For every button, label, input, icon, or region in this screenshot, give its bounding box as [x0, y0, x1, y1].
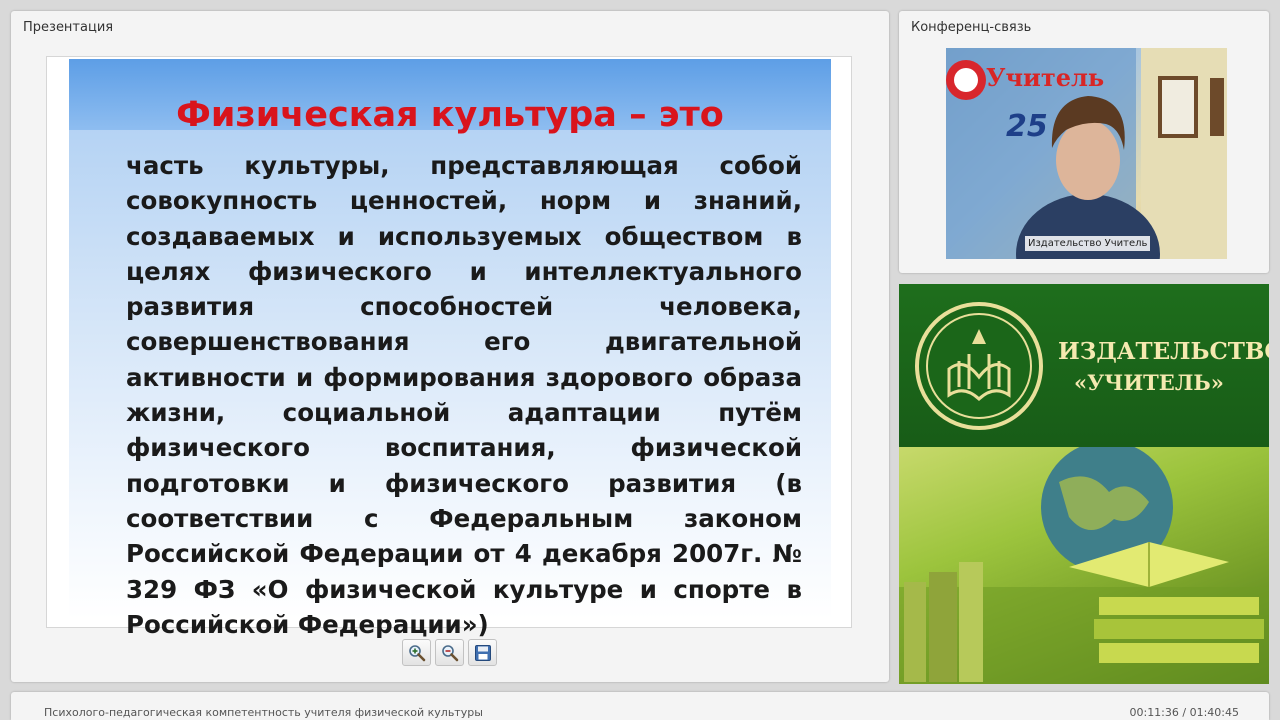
presentation-panel: Презентация Физическая культура – это ча…	[11, 11, 889, 682]
floppy-disk-icon	[474, 644, 491, 661]
slide-content: Физическая культура – это часть культуры…	[69, 59, 831, 639]
slide-title: Физическая культура – это	[176, 95, 724, 135]
books-and-globe-image	[899, 447, 1269, 684]
publisher-banner: ИЗДАТЕЛЬСТВО «УЧИТЕЛЬ»	[899, 284, 1269, 684]
presentation-panel-title: Презентация	[23, 20, 114, 35]
zoom-out-icon	[441, 644, 458, 661]
zoom-in-button[interactable]	[402, 639, 431, 666]
publisher-logo-icon	[915, 302, 1043, 430]
video-feed[interactable]: Учитель 25 Издательство Учитель	[946, 48, 1227, 259]
slide-frame: Физическая культура – это часть культуры…	[46, 56, 852, 639]
banner-header: ИЗДАТЕЛЬСТВО «УЧИТЕЛЬ»	[899, 284, 1269, 447]
banner-title-line1: ИЗДАТЕЛЬСТВО	[1058, 338, 1269, 365]
conference-panel-title: Конференц-связь	[911, 20, 1032, 35]
svg-text:Учитель: Учитель	[986, 63, 1104, 92]
status-bar: Психолого-педагогическая компетентность …	[11, 692, 1269, 720]
save-button[interactable]	[468, 639, 497, 666]
conference-panel: Конференц-связь Учитель 25 Издательство …	[899, 11, 1269, 273]
course-title: Психолого-педагогическая компетентность …	[44, 706, 483, 719]
banner-image	[899, 447, 1269, 684]
participant-name-label: Издательство Учитель	[1025, 236, 1151, 251]
zoom-out-button[interactable]	[435, 639, 464, 666]
zoom-in-icon	[408, 644, 425, 661]
slide-body-text: часть культуры, представляющая собой сов…	[126, 151, 802, 639]
playback-time: 00:11:36 / 01:40:45	[1129, 706, 1239, 719]
svg-text:25: 25	[1006, 109, 1048, 144]
webcam-image: Учитель 25	[946, 48, 1227, 259]
slide-toolbar	[402, 639, 497, 666]
banner-title-line2: «УЧИТЕЛЬ»	[1074, 370, 1224, 395]
